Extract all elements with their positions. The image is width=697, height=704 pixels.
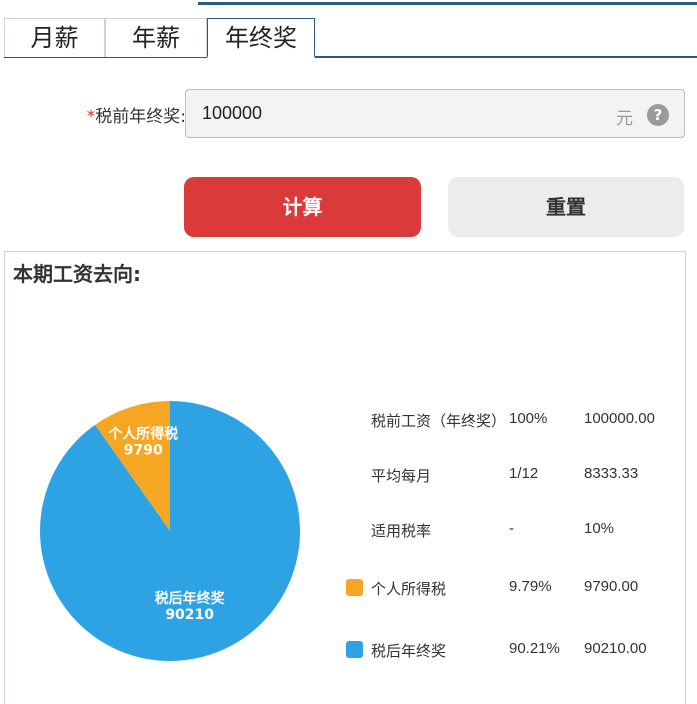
row-amount: 100000.00	[584, 410, 655, 427]
row-amount: 8333.33	[584, 465, 639, 482]
bonus-label-text: 税前年终奖:	[95, 107, 186, 127]
pie-slice-value: 9790	[124, 443, 163, 459]
row-percent: 1/12	[509, 465, 539, 482]
row-label: 适用税率	[371, 522, 432, 540]
row-label: 税前工资（年终奖）	[371, 412, 507, 430]
bonus-input[interactable]: 100000 元 ?	[185, 89, 685, 138]
pie-chart: 个人所得税 9790 税后年终奖 90210	[39, 400, 301, 662]
unit-label: 元	[616, 109, 633, 129]
legend-swatch-after-tax	[346, 641, 363, 658]
result-panel: 本期工资去向: 个人所得税 9790 税后年终奖 90210 税前工资（年终奖） 10…	[4, 251, 686, 704]
row-amount: 10%	[584, 520, 615, 537]
row-percent: -	[509, 520, 514, 537]
pie-slice-value: 90210	[165, 607, 214, 623]
tab-monthly-salary[interactable]: 月薪	[4, 18, 105, 57]
row-label: 个人所得税	[371, 580, 447, 598]
reset-button[interactable]: 重置	[448, 177, 684, 237]
required-mark: *	[86, 107, 96, 127]
top-rule	[198, 2, 697, 5]
row-amount: 9790.00	[584, 578, 639, 595]
calculate-button[interactable]: 计算	[184, 177, 421, 237]
calc-type-tabs: 月薪 年薪 年终奖	[4, 18, 697, 58]
row-percent: 100%	[509, 410, 548, 427]
pie-slice-label: 税后年终奖	[155, 590, 226, 607]
result-title: 本期工资去向:	[13, 262, 141, 286]
row-percent: 9.79%	[509, 578, 552, 595]
row-label: 平均每月	[371, 467, 432, 485]
legend-swatch-tax	[346, 579, 363, 596]
row-percent: 90.21%	[509, 640, 560, 657]
bonus-field-label: *税前年终奖:	[60, 102, 186, 127]
pie-chart-svg: 个人所得税9790 税后年终奖90210	[40, 401, 300, 661]
bonus-input-value[interactable]: 100000	[202, 103, 262, 124]
tab-annual-salary[interactable]: 年薪	[105, 18, 207, 57]
row-amount: 90210.00	[584, 640, 647, 657]
tab-year-end-bonus[interactable]: 年终奖	[207, 18, 315, 58]
row-label: 税后年终奖	[371, 642, 447, 660]
pie-slice-label: 个人所得税	[107, 426, 178, 443]
help-icon[interactable]: ?	[647, 104, 669, 126]
